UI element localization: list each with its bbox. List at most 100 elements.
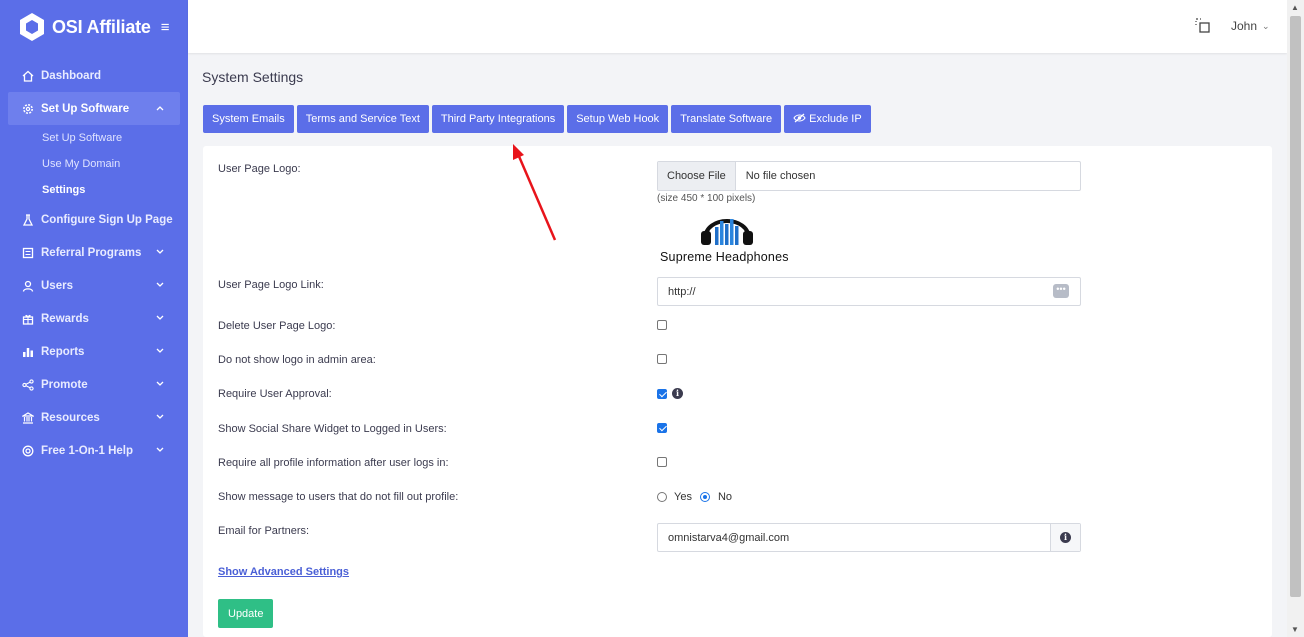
sidebar-item-label: Set Up Software — [41, 102, 130, 115]
bank-icon — [21, 411, 35, 425]
sidebar-item-rewards[interactable]: Rewards — [0, 302, 188, 335]
user-icon — [21, 279, 35, 293]
user-menu[interactable]: John ⌄ — [1231, 19, 1270, 33]
sidebar-item-label: Referral Programs — [41, 246, 142, 259]
sidebar-item-label: Configure Sign Up Page — [41, 213, 173, 226]
sidebar-item-promote[interactable]: Promote — [0, 368, 188, 401]
flask-icon — [21, 213, 35, 227]
logo-link-input[interactable]: http:// ••• — [657, 277, 1081, 306]
sidebar-item-label: Resources — [41, 411, 100, 424]
scroll-thumb[interactable] — [1290, 16, 1301, 597]
chevron-down-icon — [156, 411, 164, 423]
chevron-down-icon — [156, 246, 164, 258]
hamburger-menu-icon[interactable]: ≡ — [161, 19, 170, 36]
show-message-radio-group: Yes No — [657, 491, 732, 503]
sidebar-item-label: Dashboard — [41, 69, 102, 82]
logo-preview: Supreme Headphones — [660, 209, 790, 265]
tab-translate-software[interactable]: Translate Software — [671, 105, 782, 133]
require-approval-checkbox[interactable] — [657, 389, 667, 399]
radio-yes[interactable] — [657, 492, 667, 502]
email-label: Email for Partners: — [218, 525, 310, 537]
brand-name: OSI Affiliate — [52, 16, 151, 37]
bar-chart-icon — [21, 345, 35, 359]
require-profile-label: Require all profile information after us… — [218, 457, 449, 469]
chevron-up-icon — [156, 102, 164, 114]
sidebar-item-label: Promote — [41, 378, 88, 391]
tab-system-emails[interactable]: System Emails — [203, 105, 294, 133]
social-widget-checkbox[interactable] — [657, 423, 667, 433]
social-widget-label: Show Social Share Widget to Logged in Us… — [218, 423, 447, 435]
home-icon — [21, 69, 35, 83]
logo-size-hint: (size 450 * 100 pixels) — [657, 193, 756, 204]
sidebar-nav: Dashboard Set Up Software Set Up Softwar… — [0, 54, 188, 467]
delete-logo-label: Delete User Page Logo: — [218, 320, 336, 332]
more-options-icon[interactable]: ••• — [1053, 284, 1069, 298]
sidebar-item-dashboard[interactable]: Dashboard — [0, 59, 188, 92]
sidebar-item-referral-programs[interactable]: Referral Programs — [0, 236, 188, 269]
sidebar-item-label: Reports — [41, 345, 85, 358]
logo-link-label: User Page Logo Link: — [218, 279, 324, 291]
sidebar-item-resources[interactable]: Resources — [0, 401, 188, 434]
sidebar: OSI Affiliate ≡ Dashboard Set Up Softwar… — [0, 0, 188, 637]
logo-link-value: http:// — [668, 285, 696, 298]
fullscreen-icon[interactable] — [1195, 18, 1211, 34]
sidebar-item-users[interactable]: Users — [0, 269, 188, 302]
require-approval-label: Require User Approval: — [218, 388, 332, 400]
page-title: System Settings — [202, 69, 304, 85]
topbar: John ⌄ — [188, 0, 1287, 53]
page-scrollbar[interactable]: ▲ ▼ — [1287, 0, 1304, 637]
show-advanced-settings-link[interactable]: Show Advanced Settings — [218, 566, 349, 578]
info-icon[interactable]: i — [672, 388, 683, 399]
sidebar-subitem-set-up-software[interactable]: Set Up Software — [0, 125, 188, 151]
chevron-down-icon — [156, 444, 164, 456]
sidebar-item-configure-sign-up-page[interactable]: Configure Sign Up Page — [0, 203, 188, 236]
radio-no[interactable] — [699, 492, 710, 502]
list-icon — [21, 246, 35, 260]
email-input[interactable]: omnistarva4@gmail.com i — [657, 523, 1081, 552]
chevron-down-icon — [156, 345, 164, 357]
osi-logo-icon — [20, 13, 44, 41]
logo-file-input[interactable]: Choose File No file chosen — [657, 161, 1081, 191]
email-info-addon[interactable]: i — [1050, 524, 1080, 551]
lifebuoy-icon — [21, 444, 35, 458]
tab-third-party-integrations[interactable]: Third Party Integrations — [431, 105, 565, 133]
gear-icon — [21, 102, 35, 116]
annotation-arrow — [513, 144, 557, 241]
sidebar-subitem-use-my-domain[interactable]: Use My Domain — [0, 151, 188, 177]
hide-logo-admin-label: Do not show logo in admin area: — [218, 354, 376, 366]
sidebar-item-reports[interactable]: Reports — [0, 335, 188, 368]
chevron-down-icon — [156, 279, 164, 291]
chevron-down-icon — [156, 378, 164, 390]
share-icon — [21, 378, 35, 392]
chevron-down-icon — [156, 312, 164, 324]
sidebar-item-label: Users — [41, 279, 73, 292]
eye-slash-icon — [793, 113, 806, 126]
settings-form-card: User Page Logo: Choose File No file chos… — [203, 146, 1272, 637]
sidebar-item-free-help[interactable]: Free 1-On-1 Help — [0, 434, 188, 467]
headphones-logo-icon — [701, 219, 753, 245]
sidebar-subitem-settings[interactable]: Settings — [0, 177, 188, 203]
update-button[interactable]: Update — [218, 599, 274, 628]
email-value: omnistarva4@gmail.com — [668, 531, 790, 544]
radio-yes-label: Yes — [674, 491, 692, 503]
info-icon: i — [1060, 532, 1071, 543]
settings-tabs: System Emails Terms and Service Text Thi… — [203, 105, 871, 133]
tab-setup-web-hook[interactable]: Setup Web Hook — [567, 105, 669, 133]
sidebar-item-set-up-software[interactable]: Set Up Software — [8, 92, 180, 125]
tab-label: Exclude IP — [809, 113, 862, 125]
delete-logo-checkbox[interactable] — [657, 320, 667, 330]
require-profile-checkbox[interactable] — [657, 457, 667, 467]
chevron-down-icon: ⌄ — [1262, 20, 1270, 31]
hide-logo-admin-checkbox[interactable] — [657, 354, 667, 364]
tab-exclude-ip[interactable]: Exclude IP — [784, 105, 871, 133]
scroll-up-arrow-icon[interactable]: ▲ — [1291, 3, 1299, 12]
scroll-down-arrow-icon[interactable]: ▼ — [1291, 625, 1299, 634]
brand[interactable]: OSI Affiliate ≡ — [0, 0, 188, 54]
sidebar-item-label: Rewards — [41, 312, 89, 325]
choose-file-button[interactable]: Choose File — [658, 162, 736, 190]
logo-preview-text: Supreme Headphones — [660, 250, 789, 264]
tab-terms-and-service-text[interactable]: Terms and Service Text — [296, 105, 429, 133]
logo-label: User Page Logo: — [218, 163, 301, 175]
sidebar-item-label: Free 1-On-1 Help — [41, 444, 134, 457]
radio-no-label: No — [717, 491, 733, 503]
